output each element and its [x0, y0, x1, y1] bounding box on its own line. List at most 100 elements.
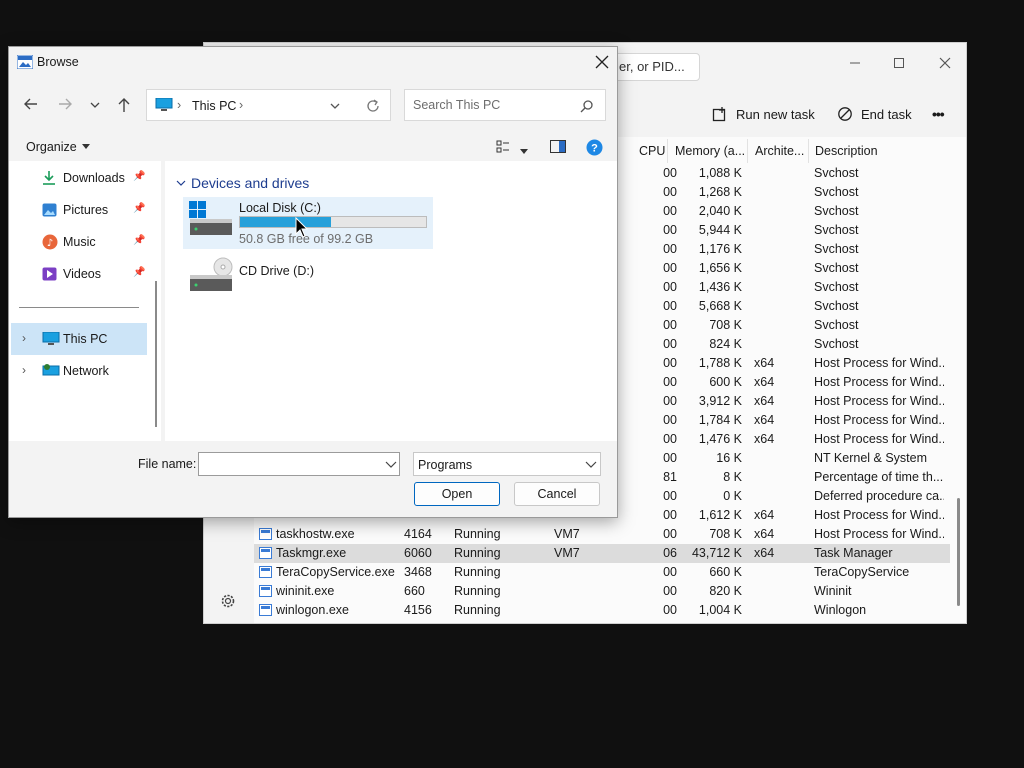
chevron-right-icon[interactable]: › — [22, 331, 26, 345]
nav-item-music[interactable]: ♪ Music 📌 — [9, 227, 149, 257]
tree-item-network[interactable]: › Network — [11, 355, 147, 387]
forward-button[interactable] — [57, 97, 73, 114]
cell-desc: Host Process for Wind... — [814, 508, 944, 522]
cell-arch: x64 — [754, 375, 775, 389]
cell-cpu: 00 — [663, 223, 677, 237]
minimize-icon — [850, 62, 860, 64]
address-bar[interactable]: › This PC › — [146, 89, 391, 121]
breadcrumb-separator-icon: › — [239, 98, 244, 112]
task-manager-search-box[interactable]: er, or PID... — [608, 53, 700, 81]
cell-desc: Svchost — [814, 318, 859, 332]
settings-button[interactable] — [220, 593, 236, 612]
arrow-up-icon — [118, 98, 130, 112]
up-button[interactable] — [117, 97, 131, 116]
cell-arch: x64 — [754, 356, 775, 370]
nav-label: Downloads — [63, 171, 125, 185]
column-header-cpu[interactable]: CPU — [639, 139, 669, 163]
cell-user — [554, 601, 594, 620]
file-type-select[interactable]: Programs — [413, 452, 601, 476]
local-disk-icon — [189, 201, 232, 235]
cell-desc: Svchost — [814, 242, 859, 256]
nav-item-pictures[interactable]: Pictures 📌 — [9, 195, 149, 225]
pictures-icon — [42, 203, 57, 217]
cell-cpu: 00 — [663, 337, 677, 351]
group-header-devices[interactable]: Devices and drives — [175, 175, 309, 191]
view-icon — [496, 140, 509, 153]
help-button[interactable]: ? — [586, 139, 603, 159]
cell-desc: Svchost — [814, 166, 859, 180]
cell-status: Running — [454, 527, 501, 541]
process-icon — [259, 585, 272, 597]
file-name-input[interactable] — [198, 452, 400, 476]
more-options-button[interactable]: ••• — [932, 103, 945, 125]
cell-desc: Host Process for Wind... — [814, 356, 944, 370]
column-header-description[interactable]: Description — [815, 139, 935, 163]
chevron-right-icon[interactable]: › — [22, 363, 26, 377]
recent-locations-button[interactable] — [89, 99, 101, 113]
computer-icon — [155, 98, 173, 111]
back-button[interactable] — [23, 97, 39, 114]
end-task-button[interactable]: End task — [837, 103, 912, 125]
cell-cpu: 00 — [663, 508, 677, 522]
cell-mem: 43,712 K — [691, 546, 742, 560]
cell-desc: Svchost — [814, 261, 859, 275]
maximize-button[interactable] — [876, 49, 922, 79]
cell-arch — [754, 221, 784, 240]
table-row[interactable]: TeraCopyService.exe 3468 Running 00 660 K Ter… — [254, 563, 950, 582]
table-row[interactable]: Taskmgr.exe 6060 Running VM7 06 43,712 K x64 Ta… — [254, 544, 950, 563]
cell-mem: 3,912 K — [698, 394, 742, 408]
table-row[interactable]: winlogon.exe 4156 Running 00 1,004 K Winlogon — [254, 601, 950, 620]
chevron-down-icon — [90, 102, 100, 108]
chevron-down-icon[interactable] — [329, 101, 341, 111]
run-task-icon — [712, 107, 726, 122]
table-row[interactable]: taskhostw.exe 4164 Running VM7 00 708 K x64 Hos… — [254, 525, 950, 544]
dialog-close-button[interactable] — [593, 53, 611, 71]
change-view-button[interactable] — [496, 140, 510, 157]
column-separator[interactable] — [808, 139, 809, 163]
cancel-button[interactable]: Cancel — [514, 482, 600, 506]
search-icon — [580, 100, 593, 113]
scrollbar-thumb[interactable] — [957, 498, 960, 606]
organize-button[interactable]: Organize — [26, 140, 90, 154]
close-icon — [595, 55, 609, 69]
scrollbar-thumb[interactable] — [155, 281, 157, 427]
tree-item-this-pc[interactable]: › This PC — [11, 323, 147, 355]
chevron-down-icon[interactable] — [385, 461, 397, 469]
breadcrumb-this-pc[interactable]: This PC — [192, 99, 236, 113]
tree-label: This PC — [63, 332, 108, 346]
cell-arch — [754, 240, 784, 259]
nav-item-downloads[interactable]: Downloads 📌 — [9, 163, 149, 193]
preview-pane-button[interactable] — [550, 140, 566, 157]
table-row[interactable]: wininit.exe 660 Running 00 820 K Wininit — [254, 582, 950, 601]
drive-usage-fill — [240, 217, 331, 227]
drive-usage-bar — [239, 216, 427, 228]
column-separator[interactable] — [747, 139, 748, 163]
cell-desc: Percentage of time th... — [814, 470, 944, 484]
column-header-architecture[interactable]: Archite... — [755, 139, 807, 163]
cell-mem: 1,176 K — [698, 242, 742, 256]
cell-arch — [754, 259, 784, 278]
cell-cpu: 00 — [663, 565, 677, 579]
nav-item-videos[interactable]: Videos 📌 — [9, 259, 149, 289]
close-button[interactable] — [922, 49, 966, 79]
pin-icon: 📌 — [133, 203, 146, 214]
column-header-memory[interactable]: Memory (a... — [675, 139, 745, 163]
cell-mem: 1,656 K — [698, 261, 742, 275]
search-box[interactable]: Search This PC — [404, 89, 606, 121]
cell-name: taskhostw.exe — [276, 527, 355, 541]
cell-desc: Winlogon — [814, 603, 867, 617]
minimize-button[interactable] — [832, 49, 878, 79]
open-button[interactable]: Open — [414, 482, 500, 506]
cell-arch — [754, 316, 784, 335]
maximize-icon — [894, 58, 904, 68]
mouse-cursor-icon — [295, 217, 309, 238]
cell-arch — [754, 278, 784, 297]
refresh-icon[interactable] — [365, 98, 381, 114]
column-separator[interactable] — [667, 139, 668, 163]
drive-name: Local Disk (C:) — [239, 201, 321, 215]
run-new-task-button[interactable]: Run new task — [712, 103, 815, 125]
cell-mem: 8 K — [723, 470, 742, 484]
view-options-button[interactable] — [520, 144, 528, 158]
cell-mem: 5,944 K — [698, 223, 742, 237]
cell-cpu: 00 — [663, 261, 677, 275]
